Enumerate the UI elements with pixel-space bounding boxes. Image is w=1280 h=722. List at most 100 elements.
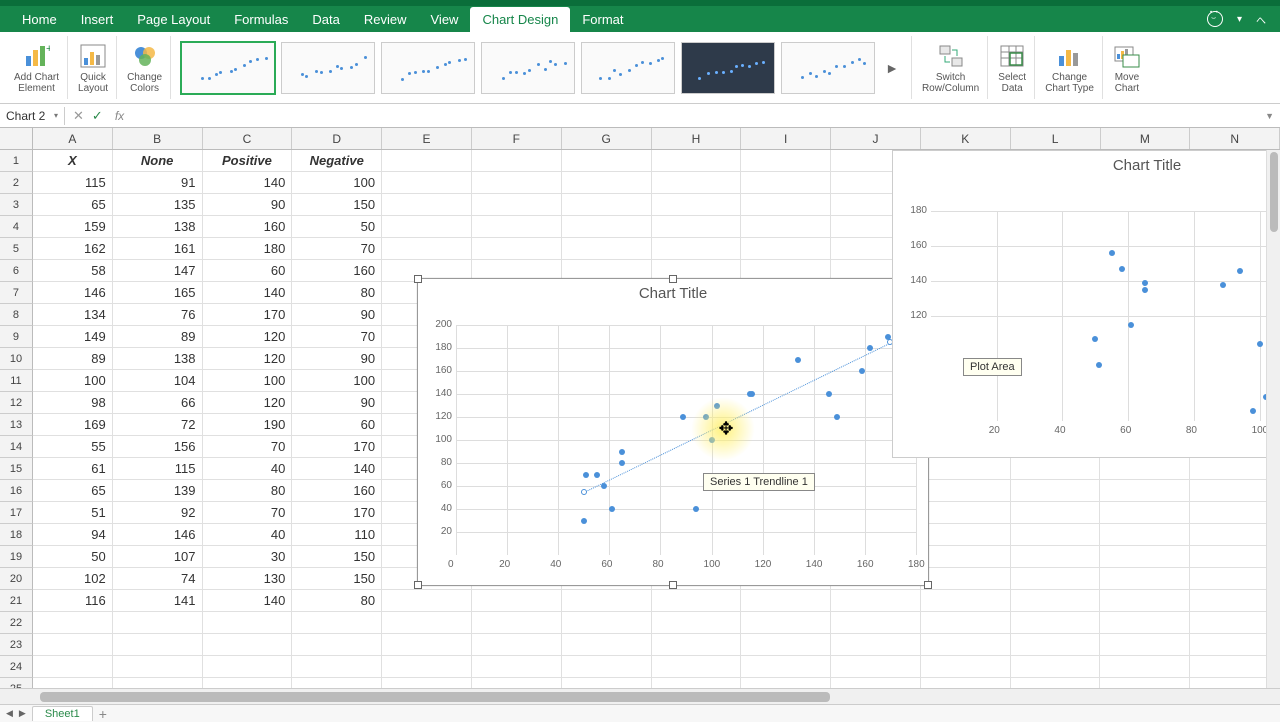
cell-M18[interactable] bbox=[1100, 524, 1190, 546]
cell-L17[interactable] bbox=[1011, 502, 1101, 524]
cell-H5[interactable] bbox=[652, 238, 742, 260]
cell-B9[interactable]: 89 bbox=[113, 326, 203, 348]
cell-E1[interactable] bbox=[382, 150, 472, 172]
cell-A17[interactable]: 51 bbox=[33, 502, 113, 524]
cell-A5[interactable]: 162 bbox=[33, 238, 113, 260]
select-all-corner[interactable] bbox=[0, 128, 33, 149]
change-chart-type-button[interactable]: Change Chart Type bbox=[1037, 36, 1103, 99]
ribbon-tab-chart-design[interactable]: Chart Design bbox=[470, 7, 570, 32]
cell-K23[interactable] bbox=[921, 634, 1011, 656]
ribbon-tab-view[interactable]: View bbox=[419, 7, 471, 32]
cell-D7[interactable]: 80 bbox=[292, 282, 382, 304]
cell-C5[interactable]: 180 bbox=[203, 238, 293, 260]
cell-H3[interactable] bbox=[652, 194, 742, 216]
data-point[interactable] bbox=[609, 506, 615, 512]
cell-B18[interactable]: 146 bbox=[113, 524, 203, 546]
row-header-6[interactable]: 6 bbox=[0, 260, 33, 282]
name-box[interactable]: Chart 2 ▾ bbox=[0, 107, 65, 125]
cell-D9[interactable]: 70 bbox=[292, 326, 382, 348]
cell-D14[interactable]: 170 bbox=[292, 436, 382, 458]
cell-B19[interactable]: 107 bbox=[113, 546, 203, 568]
row-header-2[interactable]: 2 bbox=[0, 172, 33, 194]
move-chart-button[interactable]: Move Chart bbox=[1105, 36, 1149, 99]
cell-E22[interactable] bbox=[382, 612, 472, 634]
cell-K17[interactable] bbox=[921, 502, 1011, 524]
select-data-button[interactable]: Select Data bbox=[990, 36, 1035, 99]
row-header-24[interactable]: 24 bbox=[0, 656, 33, 678]
column-header-L[interactable]: L bbox=[1011, 128, 1101, 149]
cell-L21[interactable] bbox=[1011, 590, 1101, 612]
column-header-K[interactable]: K bbox=[921, 128, 1011, 149]
chart-style-thumb-6[interactable] bbox=[681, 42, 775, 94]
data-point[interactable] bbox=[1257, 341, 1263, 347]
data-point[interactable] bbox=[826, 391, 832, 397]
resize-handle-nw[interactable] bbox=[414, 275, 422, 283]
resize-handle-s[interactable] bbox=[669, 581, 677, 589]
cell-E23[interactable] bbox=[382, 634, 472, 656]
cell-D4[interactable]: 50 bbox=[292, 216, 382, 238]
spreadsheet-grid[interactable]: ABCDEFGHIJKLMN 1XNonePositiveNegative211… bbox=[0, 128, 1280, 688]
cell-B14[interactable]: 156 bbox=[113, 436, 203, 458]
cell-H22[interactable] bbox=[652, 612, 742, 634]
add-sheet-button[interactable]: + bbox=[99, 706, 107, 722]
cell-K25[interactable] bbox=[921, 678, 1011, 688]
cell-A11[interactable]: 100 bbox=[33, 370, 113, 392]
cell-C13[interactable]: 190 bbox=[203, 414, 293, 436]
cell-K19[interactable] bbox=[921, 546, 1011, 568]
cell-A21[interactable]: 116 bbox=[33, 590, 113, 612]
cell-B10[interactable]: 138 bbox=[113, 348, 203, 370]
cell-F21[interactable] bbox=[472, 590, 562, 612]
cell-K18[interactable] bbox=[921, 524, 1011, 546]
row-header-23[interactable]: 23 bbox=[0, 634, 33, 656]
cell-K24[interactable] bbox=[921, 656, 1011, 678]
cell-D17[interactable]: 170 bbox=[292, 502, 382, 524]
ribbon-tab-page-layout[interactable]: Page Layout bbox=[125, 7, 222, 32]
cell-D5[interactable]: 70 bbox=[292, 238, 382, 260]
cell-C9[interactable]: 120 bbox=[203, 326, 293, 348]
cell-C7[interactable]: 140 bbox=[203, 282, 293, 304]
cell-G22[interactable] bbox=[562, 612, 652, 634]
cell-C19[interactable]: 30 bbox=[203, 546, 293, 568]
data-point[interactable] bbox=[1119, 266, 1125, 272]
cell-E2[interactable] bbox=[382, 172, 472, 194]
cell-F2[interactable] bbox=[472, 172, 562, 194]
cell-I1[interactable] bbox=[741, 150, 831, 172]
chart-style-thumb-2[interactable] bbox=[281, 42, 375, 94]
cell-E25[interactable] bbox=[382, 678, 472, 688]
cell-L22[interactable] bbox=[1011, 612, 1101, 634]
cell-B4[interactable]: 138 bbox=[113, 216, 203, 238]
column-header-J[interactable]: J bbox=[831, 128, 921, 149]
data-point[interactable] bbox=[1128, 322, 1134, 328]
switch-row-column-button[interactable]: Switch Row/Column bbox=[914, 36, 988, 99]
row-header-8[interactable]: 8 bbox=[0, 304, 33, 326]
cell-H24[interactable] bbox=[652, 656, 742, 678]
cell-B23[interactable] bbox=[113, 634, 203, 656]
cell-D16[interactable]: 160 bbox=[292, 480, 382, 502]
change-colors-button[interactable]: Change Colors bbox=[119, 36, 171, 99]
column-header-B[interactable]: B bbox=[113, 128, 203, 149]
cell-D1[interactable]: Negative bbox=[292, 150, 382, 172]
cell-D23[interactable] bbox=[292, 634, 382, 656]
cell-B7[interactable]: 165 bbox=[113, 282, 203, 304]
cell-J21[interactable] bbox=[831, 590, 921, 612]
cancel-icon[interactable]: ✕ bbox=[73, 108, 84, 124]
cell-B5[interactable]: 161 bbox=[113, 238, 203, 260]
column-header-E[interactable]: E bbox=[382, 128, 472, 149]
row-header-19[interactable]: 19 bbox=[0, 546, 33, 568]
data-point[interactable] bbox=[693, 506, 699, 512]
column-header-N[interactable]: N bbox=[1190, 128, 1280, 149]
column-header-G[interactable]: G bbox=[562, 128, 652, 149]
cell-J25[interactable] bbox=[831, 678, 921, 688]
plot-area[interactable]: 2040608010012014016018020002040608010012… bbox=[456, 325, 916, 555]
cell-L15[interactable] bbox=[1011, 458, 1101, 480]
column-header-I[interactable]: I bbox=[741, 128, 831, 149]
cell-G21[interactable] bbox=[562, 590, 652, 612]
chart-style-thumb-3[interactable] bbox=[381, 42, 475, 94]
cell-B12[interactable]: 66 bbox=[113, 392, 203, 414]
data-point[interactable] bbox=[795, 357, 801, 363]
cell-E24[interactable] bbox=[382, 656, 472, 678]
cell-C22[interactable] bbox=[203, 612, 293, 634]
data-point[interactable] bbox=[749, 391, 755, 397]
scroll-thumb[interactable] bbox=[40, 692, 830, 702]
column-header-F[interactable]: F bbox=[472, 128, 562, 149]
